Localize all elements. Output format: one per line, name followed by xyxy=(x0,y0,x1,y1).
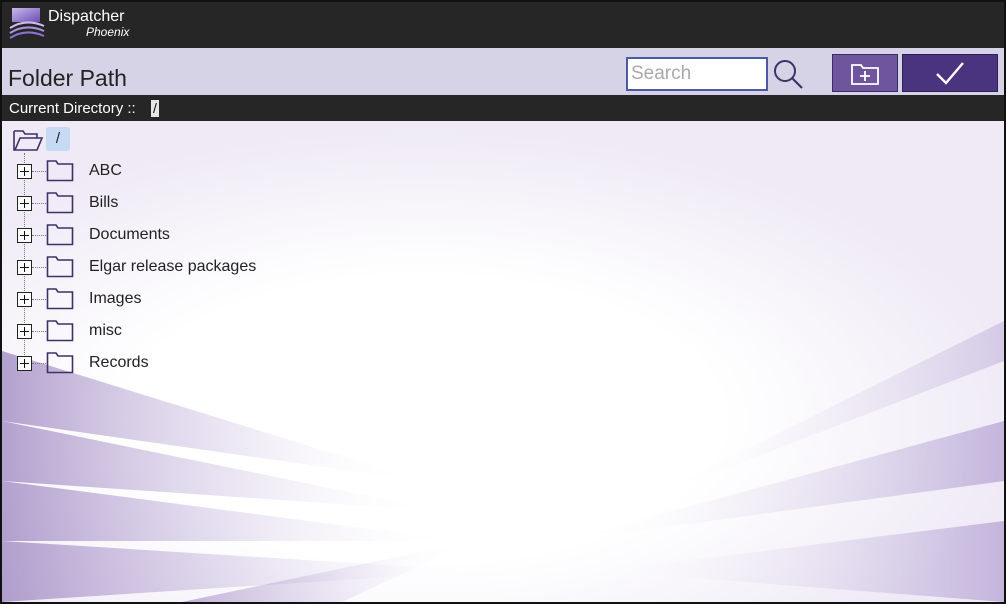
page-header: Folder Path xyxy=(2,48,1004,95)
tree-item[interactable]: Images xyxy=(17,284,417,314)
tree-item-label[interactable]: Records xyxy=(89,354,149,372)
plus-box-icon[interactable] xyxy=(17,164,32,179)
app-logo: Dispatcher Phoenix xyxy=(8,6,158,44)
tree-item[interactable]: ABC xyxy=(17,156,417,186)
tree-item[interactable]: Documents xyxy=(17,220,417,250)
tree-item-label[interactable]: Documents xyxy=(89,226,170,244)
search-icon xyxy=(774,60,803,89)
app-title: Dispatcher xyxy=(48,8,125,25)
tree-connector xyxy=(32,363,46,364)
tree-connector xyxy=(32,235,46,236)
tree-connector xyxy=(32,203,46,204)
current-directory-bar: Current Directory :: / xyxy=(2,95,1004,121)
tree-connector xyxy=(32,171,46,172)
search-input[interactable] xyxy=(626,57,768,91)
app-window: Dispatcher Phoenix Folder Path Curre xyxy=(0,0,1006,604)
tree-item-label[interactable]: Elgar release packages xyxy=(89,258,256,276)
plus-box-icon[interactable] xyxy=(17,324,32,339)
plus-box-icon[interactable] xyxy=(17,228,32,243)
folder-icon xyxy=(46,320,74,342)
tree-item[interactable]: Records xyxy=(17,348,417,378)
tree-item[interactable]: misc xyxy=(17,316,417,346)
new-folder-button[interactable] xyxy=(832,54,898,92)
folder-icon xyxy=(46,224,74,246)
folder-icon xyxy=(46,352,74,374)
current-directory-value: / xyxy=(151,100,159,117)
tree-connector xyxy=(32,331,46,332)
plus-box-icon[interactable] xyxy=(17,196,32,211)
top-bar: Dispatcher Phoenix xyxy=(2,2,1004,48)
tree-root-label[interactable]: / xyxy=(46,127,70,151)
checkmark-icon xyxy=(936,62,964,85)
dispatcher-logo-icon xyxy=(9,8,45,39)
tree-item[interactable]: Bills xyxy=(17,188,417,218)
folder-tree: / ABC Bills Documents Elgar release pack… xyxy=(2,121,1004,602)
folder-icon xyxy=(46,288,74,310)
folder-icon xyxy=(46,160,74,182)
folder-plus-icon xyxy=(851,64,879,85)
tree-item-label[interactable]: Bills xyxy=(89,194,118,212)
plus-box-icon[interactable] xyxy=(17,260,32,275)
folder-icon xyxy=(46,256,74,278)
page-title: Folder Path xyxy=(8,65,127,91)
app-subtitle: Phoenix xyxy=(86,25,130,39)
plus-box-icon[interactable] xyxy=(17,356,32,371)
folder-icon xyxy=(46,192,74,214)
tree-item-label[interactable]: ABC xyxy=(89,162,122,180)
tree-item-label[interactable]: Images xyxy=(89,290,141,308)
search-button[interactable] xyxy=(770,56,806,92)
tree-item[interactable]: Elgar release packages xyxy=(17,252,417,282)
folder-tree-panel: / ABC Bills Documents Elgar release pack… xyxy=(2,121,1004,602)
current-directory-label: Current Directory :: xyxy=(9,100,136,117)
tree-connector xyxy=(32,267,46,268)
confirm-button[interactable] xyxy=(902,54,998,92)
tree-item-label[interactable]: misc xyxy=(89,322,122,340)
tree-connector xyxy=(32,299,46,300)
plus-box-icon[interactable] xyxy=(17,292,32,307)
folder-open-icon xyxy=(13,130,44,151)
